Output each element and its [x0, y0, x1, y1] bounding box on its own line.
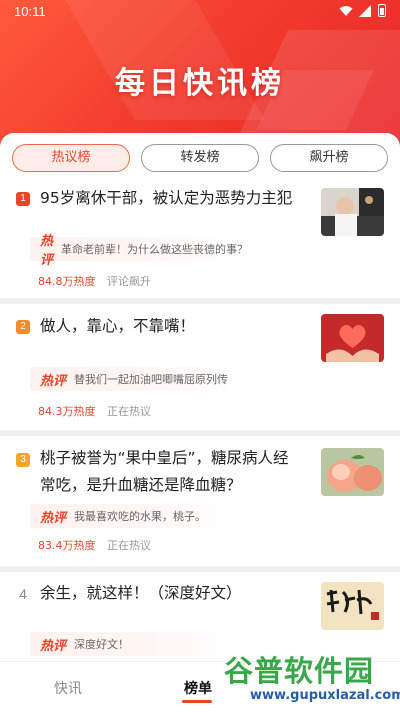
status-time: 10:11 — [14, 4, 46, 19]
news-thumbnail[interactable] — [321, 582, 384, 630]
hot-comment[interactable]: 热评 我最喜欢吃的水果，桃子。 — [30, 504, 230, 528]
hot-comment-tag: 热评 — [40, 638, 67, 654]
list-item[interactable]: 3 桃子被誉为“果中皇后”，糖尿病人经常吃，是升血糖还是降血糖？ 热评 我最喜欢… — [0, 436, 400, 566]
heart-in-hands-photo-icon — [321, 314, 384, 362]
hot-comment-tag: 热评 — [40, 373, 67, 389]
watermark-url: www.gupuxlazal.com — [250, 688, 400, 703]
elderly-man-photo-icon — [321, 188, 384, 236]
status-icons — [339, 4, 386, 17]
heat-count: 84.8万热度 — [38, 275, 96, 288]
hot-comment[interactable]: 热评 革命老前辈！为什么做这些丧德的事？ — [30, 234, 248, 268]
ranking-panel: 热议榜 转发榜 飙升榜 1 95岁离休干部，被认定为恶势力主犯 热评 革命老前辈… — [0, 133, 400, 712]
tab-hot-discussion[interactable]: 热议榜 — [12, 144, 130, 172]
ranking-tabs: 热议榜 转发榜 飙升榜 — [12, 144, 388, 172]
calligraphy-photo-icon — [321, 582, 384, 630]
trend-status: 评论飙升 — [107, 275, 151, 288]
battery-icon — [378, 4, 386, 17]
nav-item-news[interactable]: 快讯 — [54, 678, 82, 698]
hot-comment-tag: 热评 — [40, 234, 54, 268]
news-title[interactable]: 桃子被誉为“果中皇后”，糖尿病人经常吃，是升血糖还是降血糖？ — [40, 445, 302, 499]
trend-status: 正在热议 — [107, 405, 151, 418]
page-title: 每日快讯榜 — [115, 66, 285, 101]
status-bar: 10:11 — [0, 0, 400, 24]
list-item[interactable]: 1 95岁离休干部，被认定为恶势力主犯 热评 革命老前辈！为什么做这些丧德的事？… — [0, 178, 400, 298]
nav-active-indicator — [182, 700, 212, 703]
tab-reposts[interactable]: 转发榜 — [141, 144, 259, 172]
rank-badge: 2 — [16, 320, 30, 334]
hot-comment-text: 我最喜欢吃的水果，桃子。 — [74, 510, 207, 523]
rank-badge: 1 — [16, 192, 30, 206]
news-title[interactable]: 做人，靠心，不靠嘴！ — [40, 313, 302, 340]
news-thumbnail[interactable] — [321, 448, 384, 496]
rank-badge: 4 — [19, 586, 27, 602]
hot-comment-tag: 热评 — [40, 510, 67, 526]
hot-comment-text: 替我们一起加油吧唧嘴屈原列传 — [74, 373, 229, 386]
hot-comment[interactable]: 热评 替我们一起加油吧唧嘴屈原列传 — [30, 367, 230, 391]
item-meta: 83.4万热度 正在热议 — [38, 537, 151, 553]
news-title[interactable]: 余生，就这样！（深度好文） — [40, 580, 302, 607]
nav-item-rankings[interactable]: 榜单 — [184, 678, 212, 698]
news-title[interactable]: 95岁离休干部，被认定为恶势力主犯 — [40, 185, 302, 212]
list-item[interactable]: 2 做人，靠心，不靠嘴！ 热评 替我们一起加油吧唧嘴屈原列传 84.3万热度 正… — [0, 304, 400, 430]
trend-status: 正在热议 — [107, 539, 151, 552]
news-thumbnail[interactable] — [321, 314, 384, 362]
hot-comment-text: 革命老前辈！为什么做这些丧德的事？ — [61, 243, 249, 256]
item-meta: 84.3万热度 正在热议 — [38, 403, 151, 419]
tab-rising[interactable]: 飙升榜 — [270, 144, 388, 172]
hot-comment[interactable]: 热评 深度好文！ — [30, 632, 230, 656]
watermark-logo-text: 谷普软件园 — [224, 654, 375, 688]
news-thumbnail[interactable] — [321, 188, 384, 236]
hot-comment-text: 深度好文！ — [74, 638, 130, 651]
site-watermark: 谷普软件园 www.gupuxlazal.com — [220, 648, 400, 710]
signal-icon — [359, 4, 371, 17]
heat-count: 84.3万热度 — [38, 405, 96, 418]
heat-count: 83.4万热度 — [38, 539, 96, 552]
rank-badge: 3 — [16, 453, 30, 467]
wifi-icon — [339, 5, 353, 16]
item-meta: 84.8万热度 评论飙升 — [38, 273, 151, 289]
peach-photo-icon — [321, 448, 384, 496]
